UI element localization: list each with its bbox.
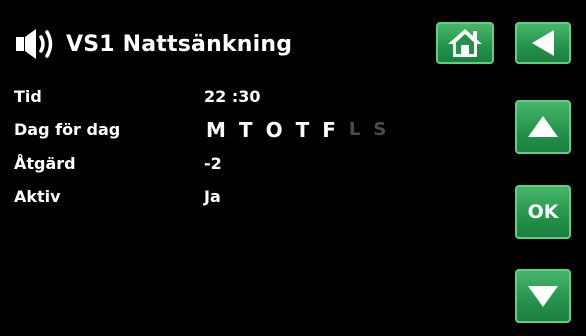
day-sunday[interactable]: S xyxy=(373,117,386,143)
days-label: Dag för dag xyxy=(14,120,121,139)
home-icon xyxy=(448,29,482,57)
active-label: Aktiv xyxy=(14,187,61,206)
day-selector[interactable]: M T O T F L S xyxy=(206,117,399,143)
time-label: Tid xyxy=(14,87,42,106)
action-value[interactable]: -2 xyxy=(204,153,222,175)
time-value[interactable]: 22 :30 xyxy=(204,86,261,108)
action-label: Åtgärd xyxy=(14,154,76,173)
active-value[interactable]: Ja xyxy=(204,186,221,208)
up-button[interactable] xyxy=(515,100,571,154)
day-monday[interactable]: M xyxy=(206,117,226,143)
home-button[interactable] xyxy=(436,22,494,64)
display-screen: VS1 Nattsänkning OK Tid 22 :30 Dag för d… xyxy=(10,12,576,330)
up-arrow-icon xyxy=(528,116,558,137)
title-bar: VS1 Nattsänkning xyxy=(14,24,292,64)
ok-label: OK xyxy=(527,201,559,223)
ok-button[interactable]: OK xyxy=(515,185,571,239)
day-friday[interactable]: F xyxy=(322,117,336,143)
back-button[interactable] xyxy=(515,22,571,64)
back-arrow-icon xyxy=(532,30,554,56)
down-button[interactable] xyxy=(515,269,571,323)
down-arrow-icon xyxy=(528,286,558,307)
page-title: VS1 Nattsänkning xyxy=(66,31,293,57)
speaker-icon xyxy=(16,29,53,59)
day-thursday[interactable]: T xyxy=(296,117,310,143)
day-wednesday[interactable]: O xyxy=(266,117,283,143)
day-tuesday[interactable]: T xyxy=(239,117,253,143)
day-saturday[interactable]: L xyxy=(349,117,360,143)
